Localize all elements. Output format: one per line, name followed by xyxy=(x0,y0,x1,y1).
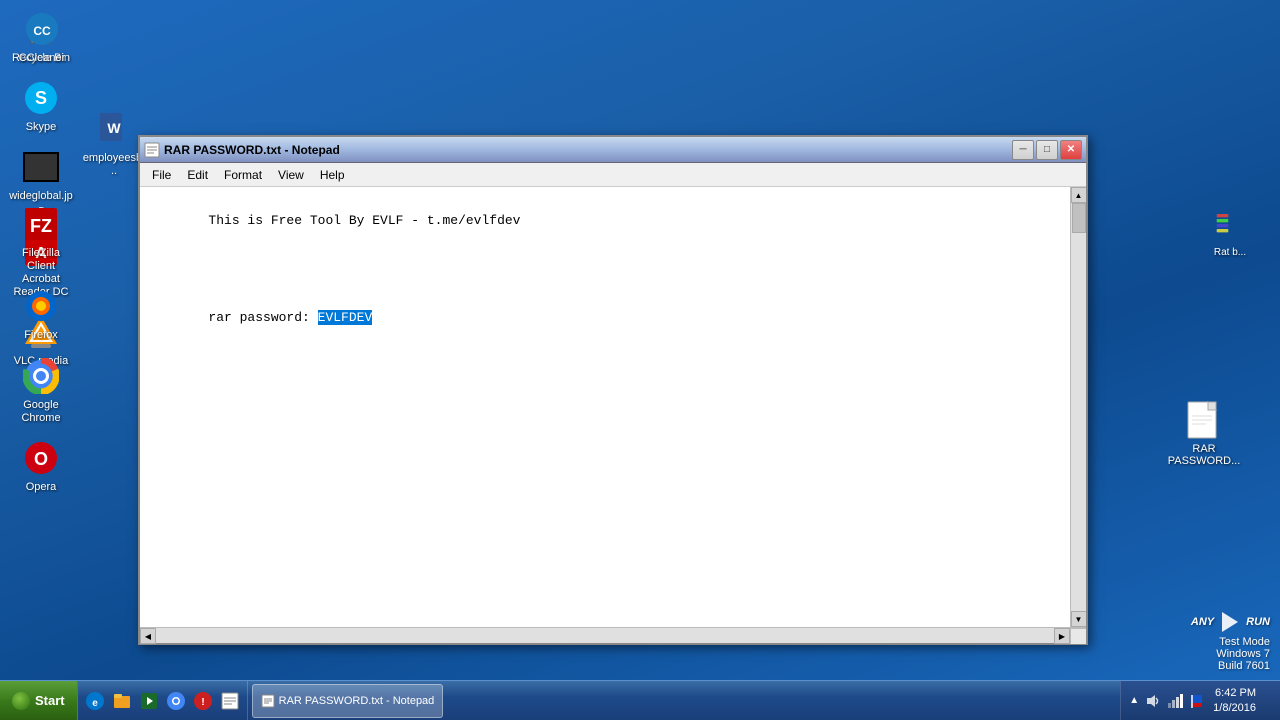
clock-time: 6:42 PM xyxy=(1213,686,1256,700)
tray-arrow[interactable]: ▲ xyxy=(1129,695,1139,706)
text-line1: This is Free Tool By EVLF - t.me/evlfdev xyxy=(208,213,520,228)
text-line3-prefix: rar password: xyxy=(208,310,317,325)
desktop-icon-opera[interactable]: O Opera xyxy=(5,434,77,498)
desktop-icon-rar-password[interactable]: RAR PASSWORD... xyxy=(1168,400,1240,467)
close-button[interactable]: ✕ xyxy=(1060,140,1082,160)
svg-text:!: ! xyxy=(201,697,204,708)
menu-file[interactable]: File xyxy=(144,166,179,184)
employeesb-label: employeesb... xyxy=(82,152,146,178)
desktop-icon-filezilla[interactable]: FZ FileZilla Client xyxy=(5,200,77,277)
window-controls: ─ □ ✕ xyxy=(1012,140,1082,160)
right-icon1 xyxy=(1210,204,1250,244)
rar-password-file-label: RAR PASSWORD... xyxy=(1168,443,1241,467)
firefox-icon xyxy=(21,286,61,326)
scroll-right-arrow[interactable]: ▶ xyxy=(1054,628,1070,644)
clock-date: 1/8/2016 xyxy=(1213,701,1256,715)
svg-text:e: e xyxy=(92,698,98,709)
maximize-button[interactable]: □ xyxy=(1036,140,1058,160)
system-tray: ▲ 6:42 PM 1/8/201 xyxy=(1120,681,1280,720)
play-icon xyxy=(1218,610,1242,634)
text-selected-evlfdev: EVLFDEV xyxy=(318,310,373,325)
quicklaunch-ie[interactable]: e xyxy=(83,689,107,713)
svg-text:FZ: FZ xyxy=(30,216,52,236)
firefox-label: Firefox xyxy=(24,329,58,342)
anyrun-watermark: ANY RUN Test Mode Windows 7 Build 7601 xyxy=(1191,610,1270,672)
quicklaunch-chrome[interactable] xyxy=(164,689,188,713)
employeesb-icon: W xyxy=(94,109,134,149)
menu-edit[interactable]: Edit xyxy=(179,166,216,184)
tray-speaker-icon[interactable] xyxy=(1145,693,1161,709)
desktop-icon-right1[interactable]: Rat b... xyxy=(1200,200,1260,263)
desktop-icon-skype[interactable]: S Skype xyxy=(5,74,77,138)
filezilla-icon: FZ xyxy=(21,204,61,244)
opera-icon: O xyxy=(21,438,61,478)
window-menubar: File Edit Format View Help xyxy=(140,163,1086,187)
chrome-icon xyxy=(21,356,61,396)
vertical-scrollbar[interactable]: ▲ ▼ xyxy=(1070,187,1086,627)
test-mode-text: Test Mode xyxy=(1216,636,1270,648)
svg-text:O: O xyxy=(34,449,48,469)
opera-label: Opera xyxy=(26,481,57,494)
notepad-title-icon xyxy=(144,142,160,158)
scroll-track-h[interactable] xyxy=(156,628,1054,643)
menu-format[interactable]: Format xyxy=(216,166,270,184)
tray-network-icon[interactable] xyxy=(1167,693,1183,709)
quicklaunch-security[interactable]: ! xyxy=(191,689,215,713)
menu-help[interactable]: Help xyxy=(312,166,353,184)
taskbar: Start e xyxy=(0,680,1280,720)
filezilla-label: FileZilla Client xyxy=(9,247,73,273)
right-label1: Rat b... xyxy=(1214,247,1246,259)
quicklaunch-explorer[interactable] xyxy=(110,689,134,713)
notepad-window: RAR PASSWORD.txt - Notepad ─ □ ✕ File Ed… xyxy=(138,135,1088,645)
ccleaner-label: CCleaner xyxy=(19,52,65,65)
skype-label: Skype xyxy=(26,121,57,134)
svg-text:W: W xyxy=(107,120,121,136)
scroll-thumb-v[interactable] xyxy=(1072,203,1086,233)
scroll-down-arrow[interactable]: ▼ xyxy=(1071,611,1087,627)
desktop-icon-firefox[interactable]: Firefox xyxy=(5,282,77,346)
chrome-label: Google Chrome xyxy=(9,399,73,425)
menu-view[interactable]: View xyxy=(270,166,312,184)
skype-icon: S xyxy=(21,78,61,118)
window-content: This is Free Tool By EVLF - t.me/evlfdev… xyxy=(140,187,1086,627)
scroll-left-arrow[interactable]: ◀ xyxy=(140,628,156,644)
taskbar-item-notepad[interactable]: RAR PASSWORD.txt - Notepad xyxy=(252,684,444,718)
scroll-corner xyxy=(1070,628,1086,644)
scroll-up-arrow[interactable]: ▲ xyxy=(1071,187,1087,203)
clock[interactable]: 6:42 PM 1/8/2016 xyxy=(1213,686,1256,715)
rar-password-file-icon xyxy=(1186,400,1222,443)
start-orb xyxy=(12,692,30,710)
watermark-text: ANY xyxy=(1191,616,1214,628)
tray-icons: ▲ xyxy=(1129,693,1205,709)
quicklaunch-media[interactable] xyxy=(137,689,161,713)
wideglobal-icon xyxy=(21,147,61,187)
desktop-icon-ccleaner[interactable]: CC CCleaner xyxy=(6,5,78,69)
test-mode-label: Test Mode Windows 7 Build 7601 xyxy=(1216,636,1270,672)
scroll-track-v[interactable] xyxy=(1071,203,1086,611)
taskbar-notepad-icon xyxy=(261,694,275,708)
start-button[interactable]: Start xyxy=(0,681,78,720)
taskbar-items: RAR PASSWORD.txt - Notepad xyxy=(248,681,448,720)
notepad-text-area[interactable]: This is Free Tool By EVLF - t.me/evlfdev… xyxy=(140,187,1070,627)
start-label: Start xyxy=(35,693,65,708)
build-text: Build 7601 xyxy=(1216,660,1270,672)
window-titlebar[interactable]: RAR PASSWORD.txt - Notepad ─ □ ✕ xyxy=(140,137,1086,163)
quicklaunch-notepad[interactable] xyxy=(218,689,242,713)
svg-text:CC: CC xyxy=(33,24,51,38)
watermark-run: RUN xyxy=(1246,616,1270,628)
minimize-button[interactable]: ─ xyxy=(1012,140,1034,160)
ccleaner-icon: CC xyxy=(22,9,62,49)
window-title-text: RAR PASSWORD.txt - Notepad xyxy=(164,143,1012,157)
os-text: Windows 7 xyxy=(1216,648,1270,660)
tray-flag-icon[interactable] xyxy=(1189,693,1205,709)
desktop: Recycle Bin S Skype wideglobal.jpg xyxy=(0,0,1280,720)
desktop-icon-chrome[interactable]: Google Chrome xyxy=(5,352,77,429)
taskbar-notepad-label: RAR PASSWORD.txt - Notepad xyxy=(279,695,435,707)
svg-text:S: S xyxy=(35,88,47,108)
